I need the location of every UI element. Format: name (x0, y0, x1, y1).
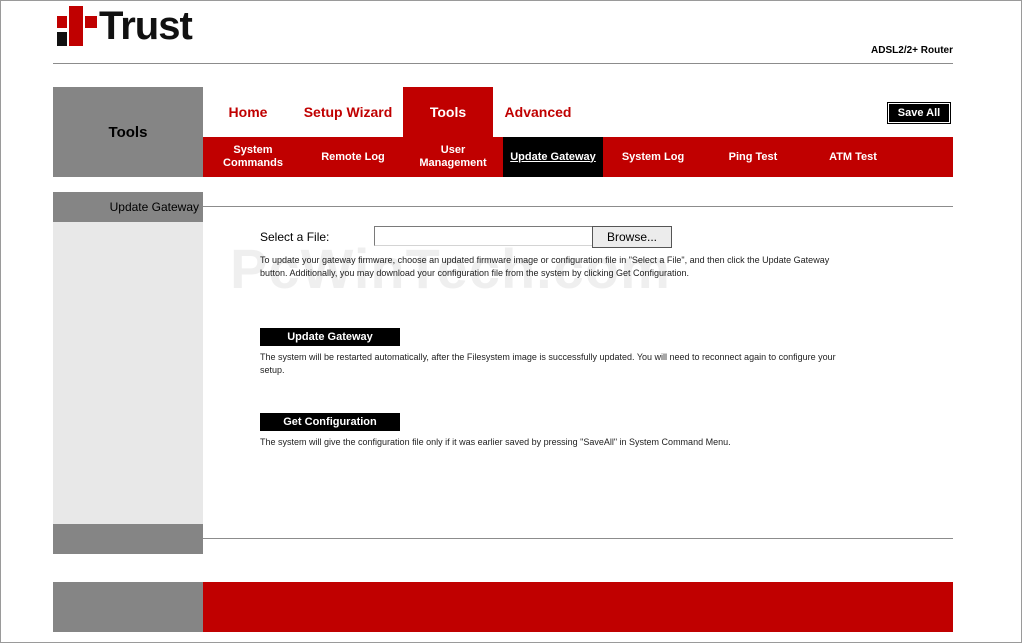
get-config-help-text: The system will give the configuration f… (260, 437, 731, 447)
side-panel-header: Update Gateway (53, 192, 203, 222)
subtab-system-log[interactable]: System Log (603, 137, 703, 177)
trust-logo: Trust (57, 4, 193, 48)
subtab-user-management[interactable]: User Management (403, 137, 503, 177)
update-gateway-button[interactable]: Update Gateway (260, 328, 400, 346)
tab-advanced[interactable]: Advanced (493, 87, 583, 137)
file-label: Select a File: (260, 230, 330, 244)
sub-nav: System Commands Remote Log User Manageme… (203, 137, 953, 177)
section-title: Tools (53, 87, 203, 177)
footer-left (53, 582, 203, 632)
brand-name: Trust (99, 4, 193, 48)
tab-setup-wizard[interactable]: Setup Wizard (293, 87, 403, 137)
subtab-label: User Management (419, 144, 487, 169)
subtab-ping-test[interactable]: Ping Test (703, 137, 803, 177)
file-help-text: To update your gateway firmware, choose … (260, 255, 830, 278)
get-configuration-button[interactable]: Get Configuration (260, 413, 400, 431)
main-nav: Home Setup Wizard Tools Advanced (203, 87, 583, 137)
subtab-update-gateway[interactable]: Update Gateway (503, 137, 603, 177)
subtab-atm-test[interactable]: ATM Test (803, 137, 903, 177)
side-panel (53, 222, 203, 524)
product-name: ADSL2/2+ Router (871, 45, 953, 56)
tab-home[interactable]: Home (203, 87, 293, 137)
content-divider-bottom (203, 538, 953, 539)
side-panel-label: Update Gateway (109, 200, 199, 214)
content-divider-top (203, 206, 953, 207)
tab-tools[interactable]: Tools (403, 87, 493, 137)
subtab-remote-log[interactable]: Remote Log (303, 137, 403, 177)
save-all-button[interactable]: Save All (887, 102, 951, 124)
browse-button[interactable]: Browse... (592, 226, 672, 248)
side-panel-footer (53, 524, 203, 554)
header-divider (53, 63, 953, 64)
footer-bar (203, 582, 953, 632)
subtab-label: System Commands (223, 144, 283, 169)
file-path-input[interactable] (374, 226, 593, 246)
subtab-system-commands[interactable]: System Commands (203, 137, 303, 177)
trust-logo-icon (57, 6, 97, 46)
update-help-text: The system will be restarted automatical… (260, 352, 836, 375)
